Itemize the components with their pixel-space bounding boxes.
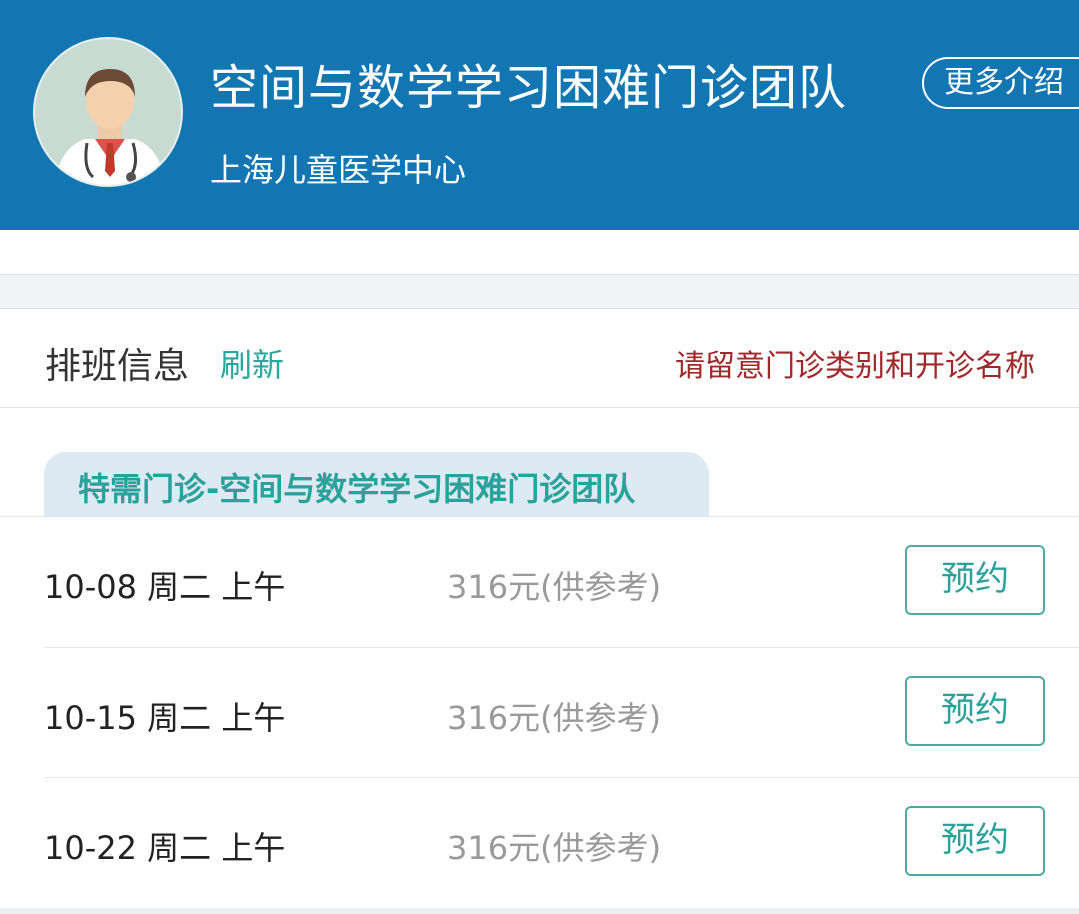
schedule-price: 316元(供参考): [447, 829, 662, 867]
notice-text: 请留意门诊类别和开诊名称: [675, 349, 1035, 384]
schedule-price: 316元(供参考): [447, 568, 662, 606]
clinic-category-label: 特需门诊-空间与数学学习困难门诊团队: [78, 470, 636, 508]
schedule-header: 排班信息 刷新 请留意门诊类别和开诊名称: [0, 309, 1079, 408]
schedule-date: 10-15 周二 上午: [44, 699, 286, 737]
refresh-link[interactable]: 刷新: [220, 340, 284, 386]
doctor-avatar-icon: [33, 37, 183, 187]
schedule-row: 10-15 周二 上午 316元(供参考) 预约: [44, 648, 1079, 778]
bottom-divider: [0, 908, 1079, 914]
schedule-date: 10-22 周二 上午: [44, 829, 286, 867]
schedule-row: 10-08 周二 上午 316元(供参考) 预约: [44, 517, 1079, 647]
clinic-category-tab: 特需门诊-空间与数学学习困难门诊团队: [44, 452, 709, 516]
schedule-title: 排班信息: [45, 346, 190, 387]
hospital-name: 上海儿童医学中心: [210, 151, 467, 189]
book-button[interactable]: 预约: [905, 806, 1045, 876]
schedule-price: 316元(供参考): [447, 699, 662, 737]
schedule-date: 10-08 周二 上午: [44, 568, 286, 606]
book-button[interactable]: 预约: [905, 545, 1045, 615]
book-button[interactable]: 预约: [905, 676, 1045, 746]
team-header: 空间与数学学习困难门诊团队 上海儿童医学中心 更多介绍: [0, 0, 1079, 230]
team-title: 空间与数学学习困难门诊团队: [210, 60, 848, 116]
spacer: [0, 230, 1079, 275]
more-intro-button[interactable]: 更多介绍: [922, 57, 1079, 109]
section-divider: [0, 275, 1079, 309]
schedule-row: 10-22 周二 上午 316元(供参考) 预约: [44, 778, 1079, 908]
